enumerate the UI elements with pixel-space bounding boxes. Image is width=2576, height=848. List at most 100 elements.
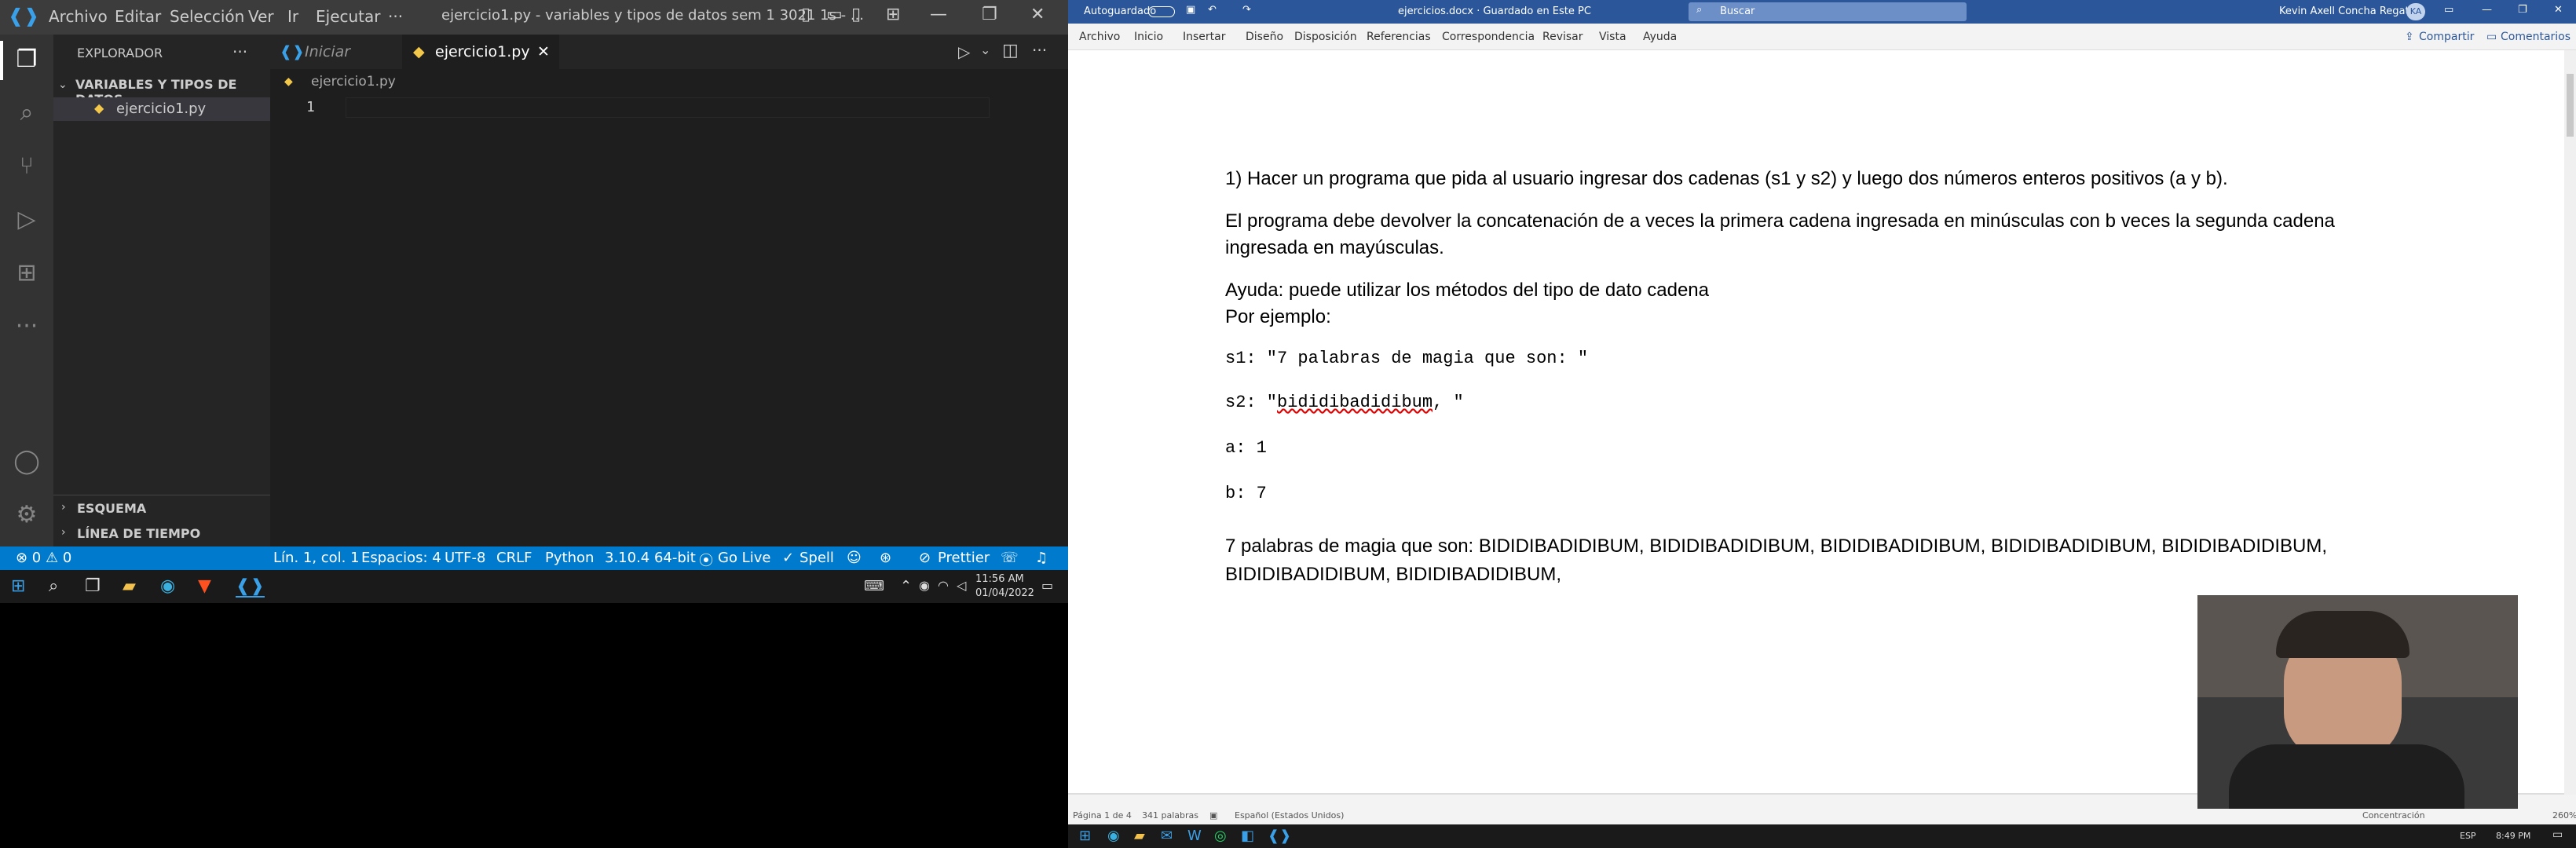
close-tab-icon[interactable]: ✕ <box>537 35 550 69</box>
menu-archivo[interactable]: Archivo <box>49 7 108 26</box>
windows-start-icon[interactable]: ⊞ <box>1079 828 1091 844</box>
chevron-down-icon[interactable]: ⌄ <box>980 42 990 57</box>
more-icon[interactable]: ··· <box>11 311 42 342</box>
search-icon[interactable]: ⌕ <box>49 576 58 596</box>
menu-more[interactable]: ··· <box>388 7 403 26</box>
chevron-down-icon[interactable]: ⌄ <box>58 79 68 91</box>
broadcast-icon[interactable]: ⦿ <box>699 550 713 570</box>
scrollbar-thumb[interactable] <box>2567 74 2574 137</box>
save-icon[interactable]: ▣ <box>1186 4 1195 16</box>
feedback-icon[interactable]: ☏ <box>1001 550 1019 566</box>
settings-gear-icon[interactable]: ⚙ <box>11 499 42 531</box>
accounts-icon[interactable]: ◯ <box>11 446 42 477</box>
tab-iniciar[interactable]: ❰❱ Iniciar <box>270 35 402 69</box>
menu-ejecutar[interactable]: Ejecutar <box>316 7 381 26</box>
keyboard-icon[interactable]: ⌨ <box>864 578 884 594</box>
copilot-icon[interactable]: ☺ <box>847 550 862 566</box>
menu-ir[interactable]: Ir <box>287 7 298 26</box>
tray-wifi-icon[interactable]: ◠ <box>938 578 949 593</box>
word-count[interactable]: 341 palabras <box>1142 810 1198 821</box>
tab-diseno[interactable]: Diseño <box>1246 31 1283 43</box>
input-language[interactable]: ESP <box>2460 831 2476 841</box>
indentation[interactable]: Espacios: 4 <box>361 550 441 566</box>
menu-ver[interactable]: Ver <box>248 7 274 26</box>
tab-correspondencia[interactable]: Correspondencia <box>1442 31 1535 43</box>
tab-revisar[interactable]: Revisar <box>1542 31 1583 43</box>
go-live-button[interactable]: Go Live <box>718 550 770 566</box>
windows-start-icon[interactable]: ⊞ <box>11 576 25 596</box>
notification-center-icon[interactable]: ▭ <box>2552 828 2563 841</box>
restore-icon[interactable]: ❐ <box>2518 4 2527 16</box>
document-title[interactable]: ejercicios.docx · Guardado en Este PC <box>1398 5 1591 17</box>
customize-layout-icon[interactable]: ⊞ <box>886 5 900 24</box>
encoding[interactable]: UTF-8 <box>445 550 485 566</box>
ribbon-display-icon[interactable]: ▭ <box>2444 4 2453 16</box>
tab-archivo[interactable]: Archivo <box>1079 31 1120 43</box>
run-debug-icon[interactable]: ▷ <box>11 204 42 236</box>
word-taskbar-icon[interactable]: W <box>1187 828 1202 844</box>
language-status[interactable]: Español (Estados Unidos) <box>1235 810 1344 821</box>
cursor-position[interactable]: Lín. 1, col. 1 <box>273 550 360 566</box>
proofing-icon[interactable]: ▣ <box>1209 810 1217 821</box>
language-mode[interactable]: Python <box>545 550 594 566</box>
extensions-icon[interactable]: ⊞ <box>11 258 42 289</box>
tab-referencias[interactable]: Referencias <box>1367 31 1431 43</box>
extension-icon[interactable]: ⊛ <box>880 550 891 566</box>
tab-inicio[interactable]: Inicio <box>1134 31 1163 43</box>
timeline-section[interactable]: LÍNEA DE TIEMPO <box>77 526 200 541</box>
undo-icon[interactable]: ↶ <box>1208 4 1217 16</box>
explorer-file-row[interactable]: ◆ ejercicio1.py <box>53 97 270 121</box>
task-view-icon[interactable]: ❐ <box>85 576 101 596</box>
code-editor[interactable]: ◆ ejercicio1.py 1 <box>270 69 1068 546</box>
taskbar-time[interactable]: 11:56 AM <box>975 573 1024 585</box>
chevron-right-icon[interactable]: › <box>61 526 66 539</box>
tab-ayuda[interactable]: Ayuda <box>1643 31 1677 43</box>
spell-status[interactable]: Spell <box>800 550 834 566</box>
comments-button[interactable]: Comentarios <box>2501 31 2571 43</box>
tab-insertar[interactable]: Insertar <box>1183 31 1226 43</box>
outline-section[interactable]: ESQUEMA <box>77 501 146 516</box>
tray-network-icon[interactable]: ◉ <box>919 578 930 593</box>
explorer-more-icon[interactable]: ··· <box>232 42 247 61</box>
split-editor-icon[interactable]: ◫ <box>1002 41 1019 60</box>
run-icon[interactable]: ▷ <box>958 42 970 61</box>
zoom-level[interactable]: 260% <box>2552 810 2576 821</box>
notifications-icon[interactable]: ♫ <box>1035 550 1048 566</box>
taskbar-date[interactable]: 01/04/2022 <box>975 587 1034 599</box>
avatar[interactable]: KA <box>2406 3 2425 20</box>
tray-arrow-icon[interactable]: ⌃ <box>900 578 912 594</box>
edge-icon[interactable]: ◉ <box>160 576 175 596</box>
search-icon[interactable]: ⌕ <box>11 97 42 129</box>
file-explorer-icon[interactable]: ▰ <box>123 576 136 596</box>
volume-icon[interactable]: ◁ <box>957 578 966 593</box>
close-window-icon[interactable]: ✕ <box>2554 4 2563 16</box>
user-name[interactable]: Kevin Axell Concha Regatto <box>2279 5 2420 17</box>
focus-mode[interactable]: Concentración <box>2362 810 2425 821</box>
toggle-secondary-sidebar-icon[interactable]: ▯ <box>851 5 861 24</box>
minimize-icon[interactable]: — <box>2482 4 2492 16</box>
minimize-icon[interactable]: — <box>930 5 947 24</box>
editor-more-icon[interactable]: ··· <box>1032 41 1047 60</box>
file-explorer-icon[interactable]: ▰ <box>1134 828 1145 844</box>
end-of-line[interactable]: CRLF <box>496 550 532 566</box>
source-control-icon[interactable]: ⑂ <box>11 151 42 182</box>
vertical-scrollbar[interactable] <box>2564 50 2576 795</box>
redo-icon[interactable]: ↷ <box>1242 4 1251 16</box>
notification-center-icon[interactable]: ▭ <box>1041 578 1053 593</box>
search-box[interactable]: ⌕ Buscar <box>1689 2 1967 21</box>
mail-icon[interactable]: ✉ <box>1161 828 1173 844</box>
close-window-icon[interactable]: ✕ <box>1030 5 1045 24</box>
autosave-toggle[interactable] <box>1148 6 1175 17</box>
taskbar-time[interactable]: 8:49 PM <box>2496 831 2530 841</box>
python-interpreter[interactable]: 3.10.4 64-bit <box>605 550 696 566</box>
chevron-right-icon[interactable]: › <box>61 501 66 514</box>
share-button[interactable]: Compartir <box>2419 31 2474 43</box>
toggle-panel-icon[interactable]: ▭ <box>826 5 843 24</box>
vscode-taskbar-icon[interactable]: ❰❱ <box>1268 828 1291 844</box>
prettier-status[interactable]: Prettier <box>938 550 990 566</box>
breadcrumb[interactable]: ejercicio1.py <box>311 74 396 90</box>
restore-icon[interactable]: ❐ <box>982 5 997 24</box>
menu-seleccion[interactable]: Selección <box>170 7 244 26</box>
tab-disposicion[interactable]: Disposición <box>1294 31 1357 43</box>
edge-icon[interactable]: ◉ <box>1107 828 1120 844</box>
